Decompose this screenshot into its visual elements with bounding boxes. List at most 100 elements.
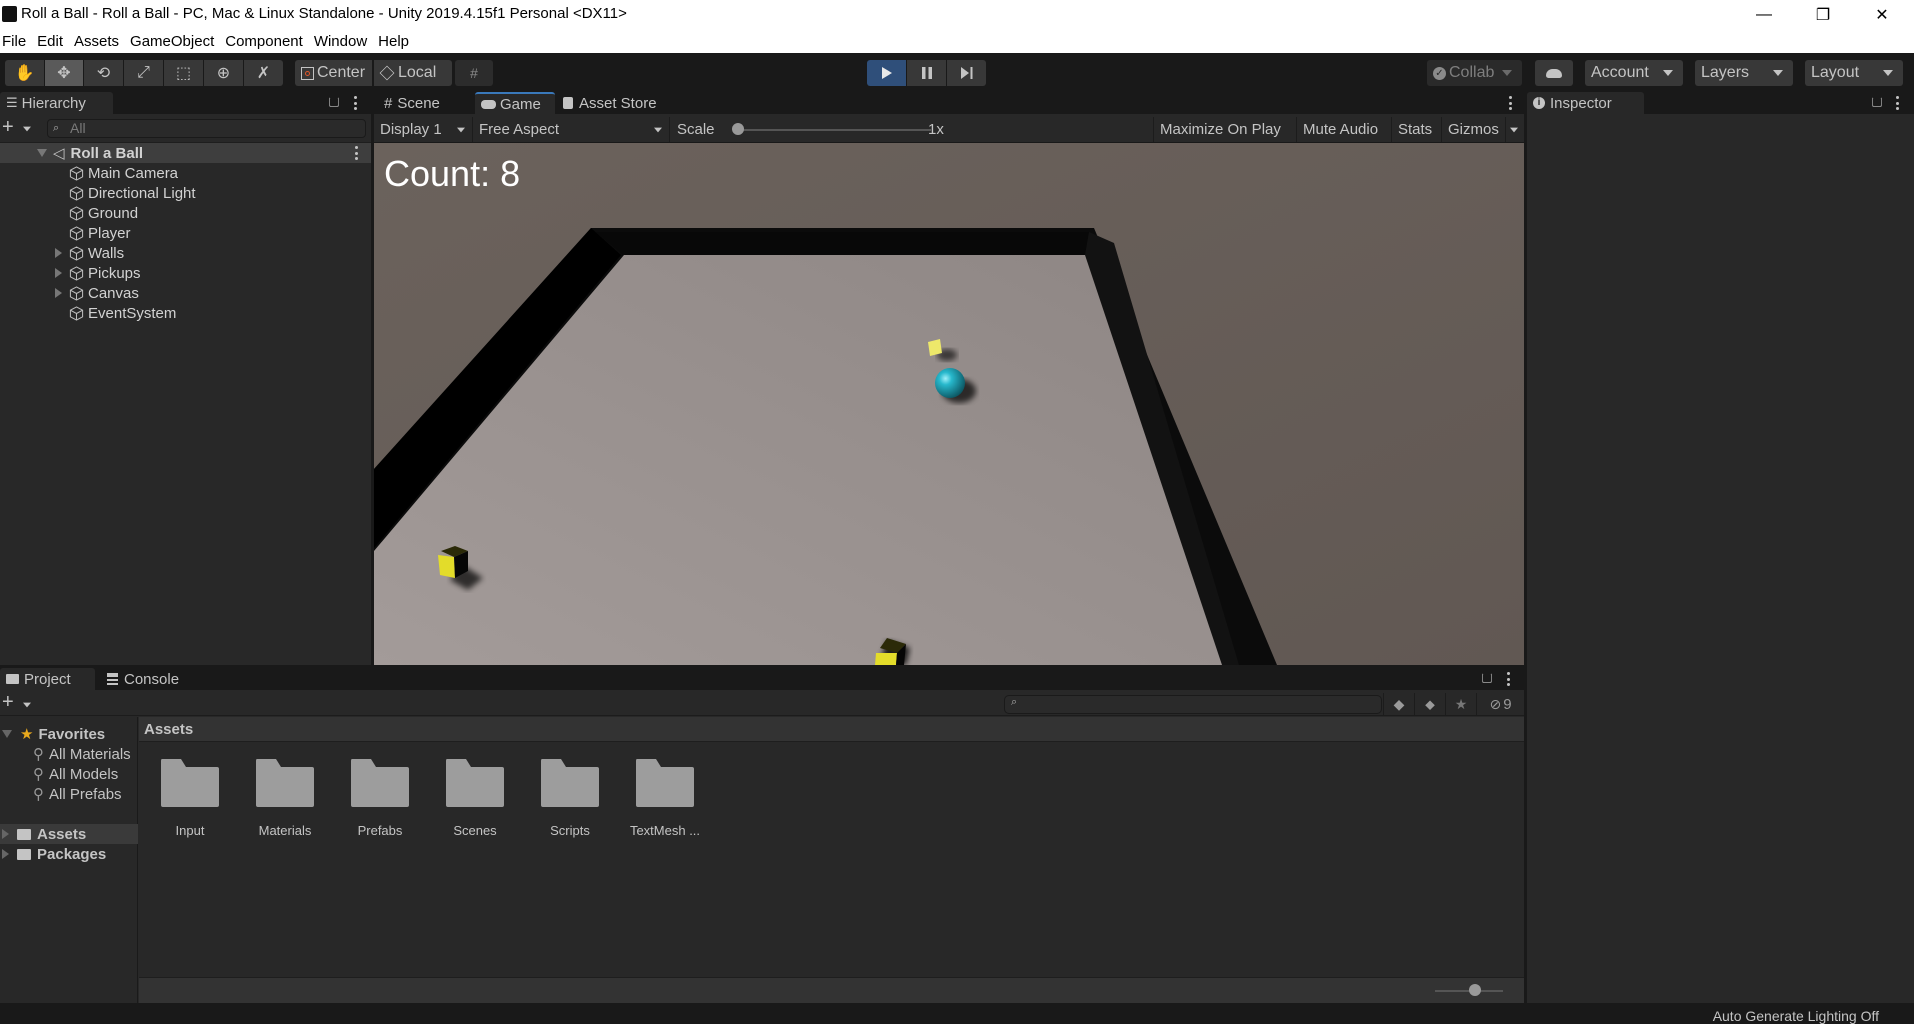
- create-add-button[interactable]: +: [2, 691, 14, 714]
- rotate-tool-button[interactable]: ⟲: [84, 60, 123, 86]
- pivot-mode-toggle[interactable]: Center: [295, 60, 372, 86]
- cloud-button[interactable]: [1535, 60, 1573, 86]
- rect-tool-button[interactable]: ⬚: [164, 60, 203, 86]
- panel-menu-icon[interactable]: [1506, 672, 1510, 686]
- account-dropdown[interactable]: Account: [1585, 60, 1683, 86]
- maximize-on-play-toggle[interactable]: Maximize On Play: [1153, 117, 1297, 142]
- expand-arrow-icon[interactable]: [2, 829, 9, 839]
- hierarchy-item[interactable]: Directional Light: [0, 183, 371, 203]
- expand-arrow-icon[interactable]: [2, 730, 12, 738]
- packages-root-row[interactable]: Packages: [0, 844, 138, 864]
- game-viewport[interactable]: Count: 8: [374, 143, 1524, 665]
- layers-dropdown[interactable]: Layers: [1695, 60, 1793, 86]
- chevron-down-icon[interactable]: [23, 126, 31, 132]
- maximize-button[interactable]: ❐: [1794, 0, 1852, 29]
- project-footer: [139, 977, 1524, 1003]
- folder-item[interactable]: Scenes: [430, 757, 520, 847]
- panel-menu-icon[interactable]: [1895, 96, 1899, 110]
- gizmos-dropdown[interactable]: [1506, 117, 1524, 142]
- pickup-cube: [438, 555, 455, 578]
- scale-tool-button[interactable]: ⤢: [124, 60, 163, 86]
- lock-icon[interactable]: [1482, 673, 1492, 683]
- menu-window[interactable]: Window: [312, 33, 374, 50]
- scene-menu-icon[interactable]: [354, 146, 358, 160]
- icon-size-slider-thumb[interactable]: [1469, 984, 1481, 996]
- folder-item[interactable]: Input: [145, 757, 235, 847]
- stats-toggle[interactable]: Stats: [1392, 117, 1442, 142]
- chevron-down-icon[interactable]: [23, 702, 31, 708]
- hierarchy-item[interactable]: Pickups: [0, 263, 371, 283]
- folder-item[interactable]: Prefabs: [335, 757, 425, 847]
- collab-dropdown[interactable]: ✓ Collab: [1427, 60, 1522, 86]
- scene-row[interactable]: ◁ Roll a Ball: [0, 143, 371, 163]
- minimize-button[interactable]: —: [1735, 0, 1793, 29]
- project-search-input[interactable]: ⌕: [1004, 695, 1382, 714]
- move-tool-button[interactable]: ✥: [45, 60, 83, 86]
- filter-by-label-button[interactable]: ⬥: [1414, 693, 1445, 716]
- favorites-row[interactable]: ★ Favorites: [0, 724, 138, 744]
- tab-project[interactable]: Project: [0, 668, 95, 690]
- pause-button[interactable]: [907, 60, 946, 86]
- expand-arrow-icon[interactable]: [55, 267, 62, 278]
- folder-item[interactable]: TextMesh ...: [620, 757, 710, 847]
- menu-help[interactable]: Help: [376, 33, 416, 50]
- menu-gameobject[interactable]: GameObject: [128, 33, 221, 50]
- assets-root-row[interactable]: Assets: [0, 824, 138, 844]
- menu-component[interactable]: Component: [223, 33, 310, 50]
- hierarchy-item[interactable]: Canvas: [0, 283, 371, 303]
- hierarchy-search-input[interactable]: ⌕ All: [47, 119, 366, 138]
- lock-icon[interactable]: [1872, 97, 1882, 107]
- close-button[interactable]: ✕: [1853, 0, 1911, 29]
- expand-arrow-icon[interactable]: [55, 287, 62, 298]
- create-add-button[interactable]: +: [2, 116, 14, 139]
- step-button[interactable]: [947, 60, 986, 86]
- tab-scene[interactable]: # Scene: [378, 92, 475, 114]
- hierarchy-panel: ☰ Hierarchy + ⌕ All ◁ Roll a Ball Main C…: [0, 92, 371, 665]
- hierarchy-item[interactable]: Ground: [0, 203, 371, 223]
- pivot-rotation-toggle[interactable]: Local: [374, 60, 452, 86]
- menu-assets[interactable]: Assets: [72, 33, 126, 50]
- mute-audio-toggle[interactable]: Mute Audio: [1297, 117, 1392, 142]
- menu-file[interactable]: File: [0, 33, 33, 50]
- favorite-button[interactable]: ★: [1445, 693, 1476, 716]
- expand-arrow-icon[interactable]: [37, 149, 47, 157]
- tab-game[interactable]: Game: [475, 92, 555, 114]
- lock-icon[interactable]: [329, 97, 339, 107]
- expand-arrow-icon[interactable]: [2, 849, 9, 859]
- favorite-item[interactable]: ⚲ All Models: [0, 764, 138, 784]
- grid-snap-button[interactable]: #: [455, 60, 493, 86]
- main-toolbar: ✋ ✥ ⟲ ⤢ ⬚ ⊕ ✗ Center Local # ✓ Collab Acc…: [0, 53, 1914, 91]
- scale-slider-track[interactable]: [736, 129, 931, 131]
- aspect-dropdown[interactable]: Free Aspect: [473, 117, 670, 142]
- panel-menu-icon[interactable]: [353, 96, 357, 110]
- play-button[interactable]: [867, 60, 906, 86]
- scale-slider-thumb[interactable]: [732, 123, 744, 135]
- hierarchy-item-label: EventSystem: [88, 304, 177, 322]
- hand-tool-button[interactable]: ✋: [5, 60, 44, 86]
- folder-item[interactable]: Materials: [240, 757, 330, 847]
- hierarchy-item[interactable]: Main Camera: [0, 163, 371, 183]
- tab-console[interactable]: Console: [101, 668, 201, 690]
- custom-tool-button[interactable]: ✗: [244, 60, 283, 86]
- favorite-item[interactable]: ⚲ All Prefabs: [0, 784, 138, 804]
- aspect-label: Free Aspect: [479, 121, 560, 138]
- favorite-item[interactable]: ⚲ All Materials: [0, 744, 138, 764]
- tab-hierarchy[interactable]: ☰ Hierarchy: [0, 92, 113, 114]
- expand-arrow-icon[interactable]: [55, 247, 62, 258]
- lighting-status[interactable]: Auto Generate Lighting Off: [1713, 1008, 1879, 1024]
- transform-tool-button[interactable]: ⊕: [204, 60, 243, 86]
- layout-dropdown[interactable]: Layout: [1805, 60, 1903, 86]
- filter-by-type-button[interactable]: ◆: [1383, 693, 1414, 716]
- hidden-packages-toggle[interactable]: ⊘ 9: [1476, 693, 1524, 716]
- folder-item[interactable]: Scripts: [525, 757, 615, 847]
- hierarchy-item[interactable]: EventSystem: [0, 303, 371, 323]
- tab-asset-store[interactable]: Asset Store: [557, 92, 677, 114]
- hierarchy-item[interactable]: Player: [0, 223, 371, 243]
- menu-edit[interactable]: Edit: [35, 33, 70, 50]
- panel-menu-icon[interactable]: [1508, 96, 1512, 110]
- display-dropdown[interactable]: Display 1: [374, 117, 473, 142]
- hierarchy-item[interactable]: Walls: [0, 243, 371, 263]
- breadcrumb[interactable]: Assets: [139, 717, 1524, 742]
- tab-inspector[interactable]: i Inspector: [1527, 92, 1644, 114]
- gizmos-toggle[interactable]: Gizmos: [1442, 117, 1506, 142]
